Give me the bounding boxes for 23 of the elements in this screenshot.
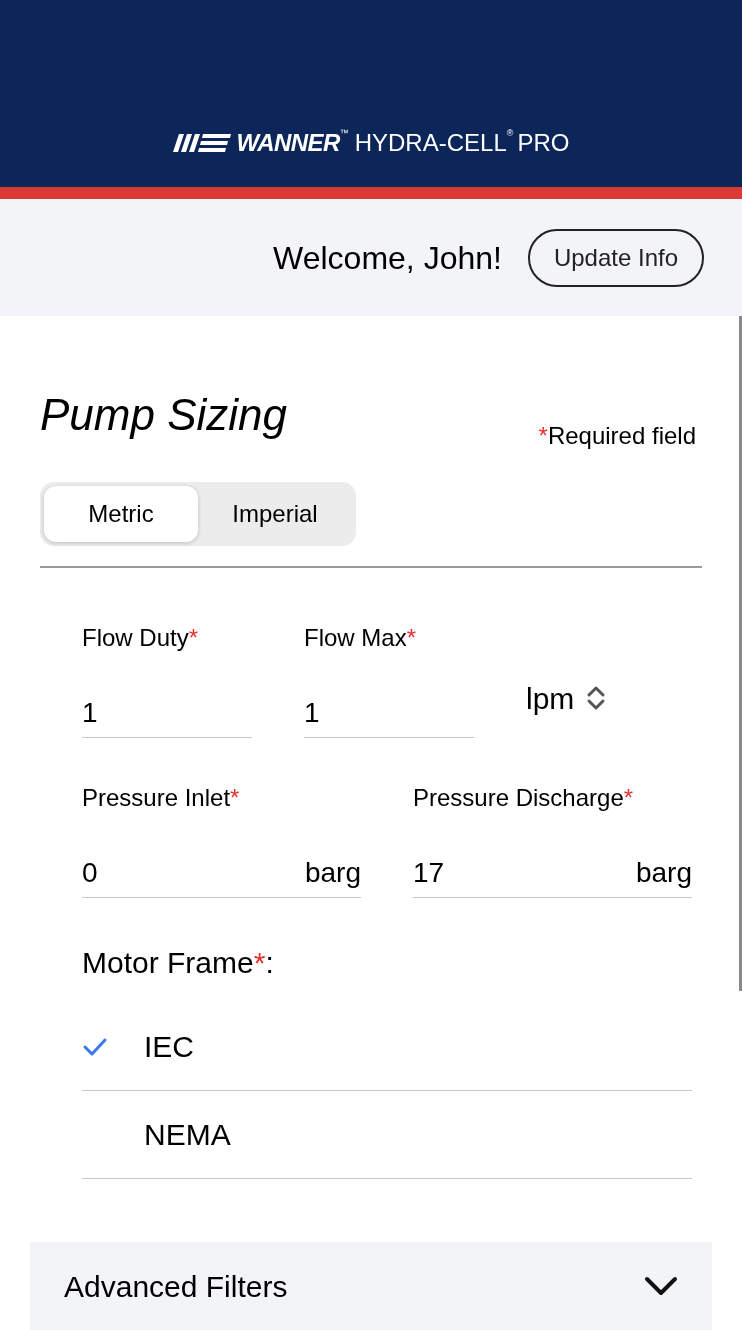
update-info-button[interactable]: Update Info — [527, 228, 704, 287]
flow-input[interactable]: 1 — [304, 676, 474, 738]
motor-frame-option[interactable]: IEC — [82, 1003, 692, 1091]
unit-tab[interactable]: Metric — [44, 486, 198, 542]
unit-tab[interactable]: Imperial — [198, 486, 352, 542]
unit-select[interactable]: lpm — [526, 664, 607, 726]
page-title: Pump Sizing — [40, 389, 287, 441]
field-label: Motor Frame*: — [82, 945, 275, 981]
pressure-input[interactable]: 17 barg — [413, 836, 692, 898]
advanced-filters-header[interactable]: Advanced Filters — [30, 1242, 712, 1330]
chevron-down-icon — [644, 1276, 678, 1296]
flow-input[interactable]: 1 — [82, 676, 252, 738]
pressure-input[interactable]: 0 barg — [82, 836, 361, 898]
required-note: *Required field — [538, 421, 696, 451]
field-label: Pressure Discharge* — [413, 783, 635, 813]
logo: WANNER™ HYDRA-CELL® PRO — [172, 125, 570, 161]
field-label: Flow Max* — [304, 623, 418, 653]
updown-chevron-icon — [586, 685, 607, 711]
stripes-icon — [172, 134, 231, 152]
welcome-text: Welcome, John! — [273, 238, 502, 278]
motor-frame-option[interactable]: NEMA — [82, 1091, 692, 1179]
field-label: Flow Duty* — [82, 623, 200, 653]
field-label: Pressure Inlet* — [82, 783, 241, 813]
